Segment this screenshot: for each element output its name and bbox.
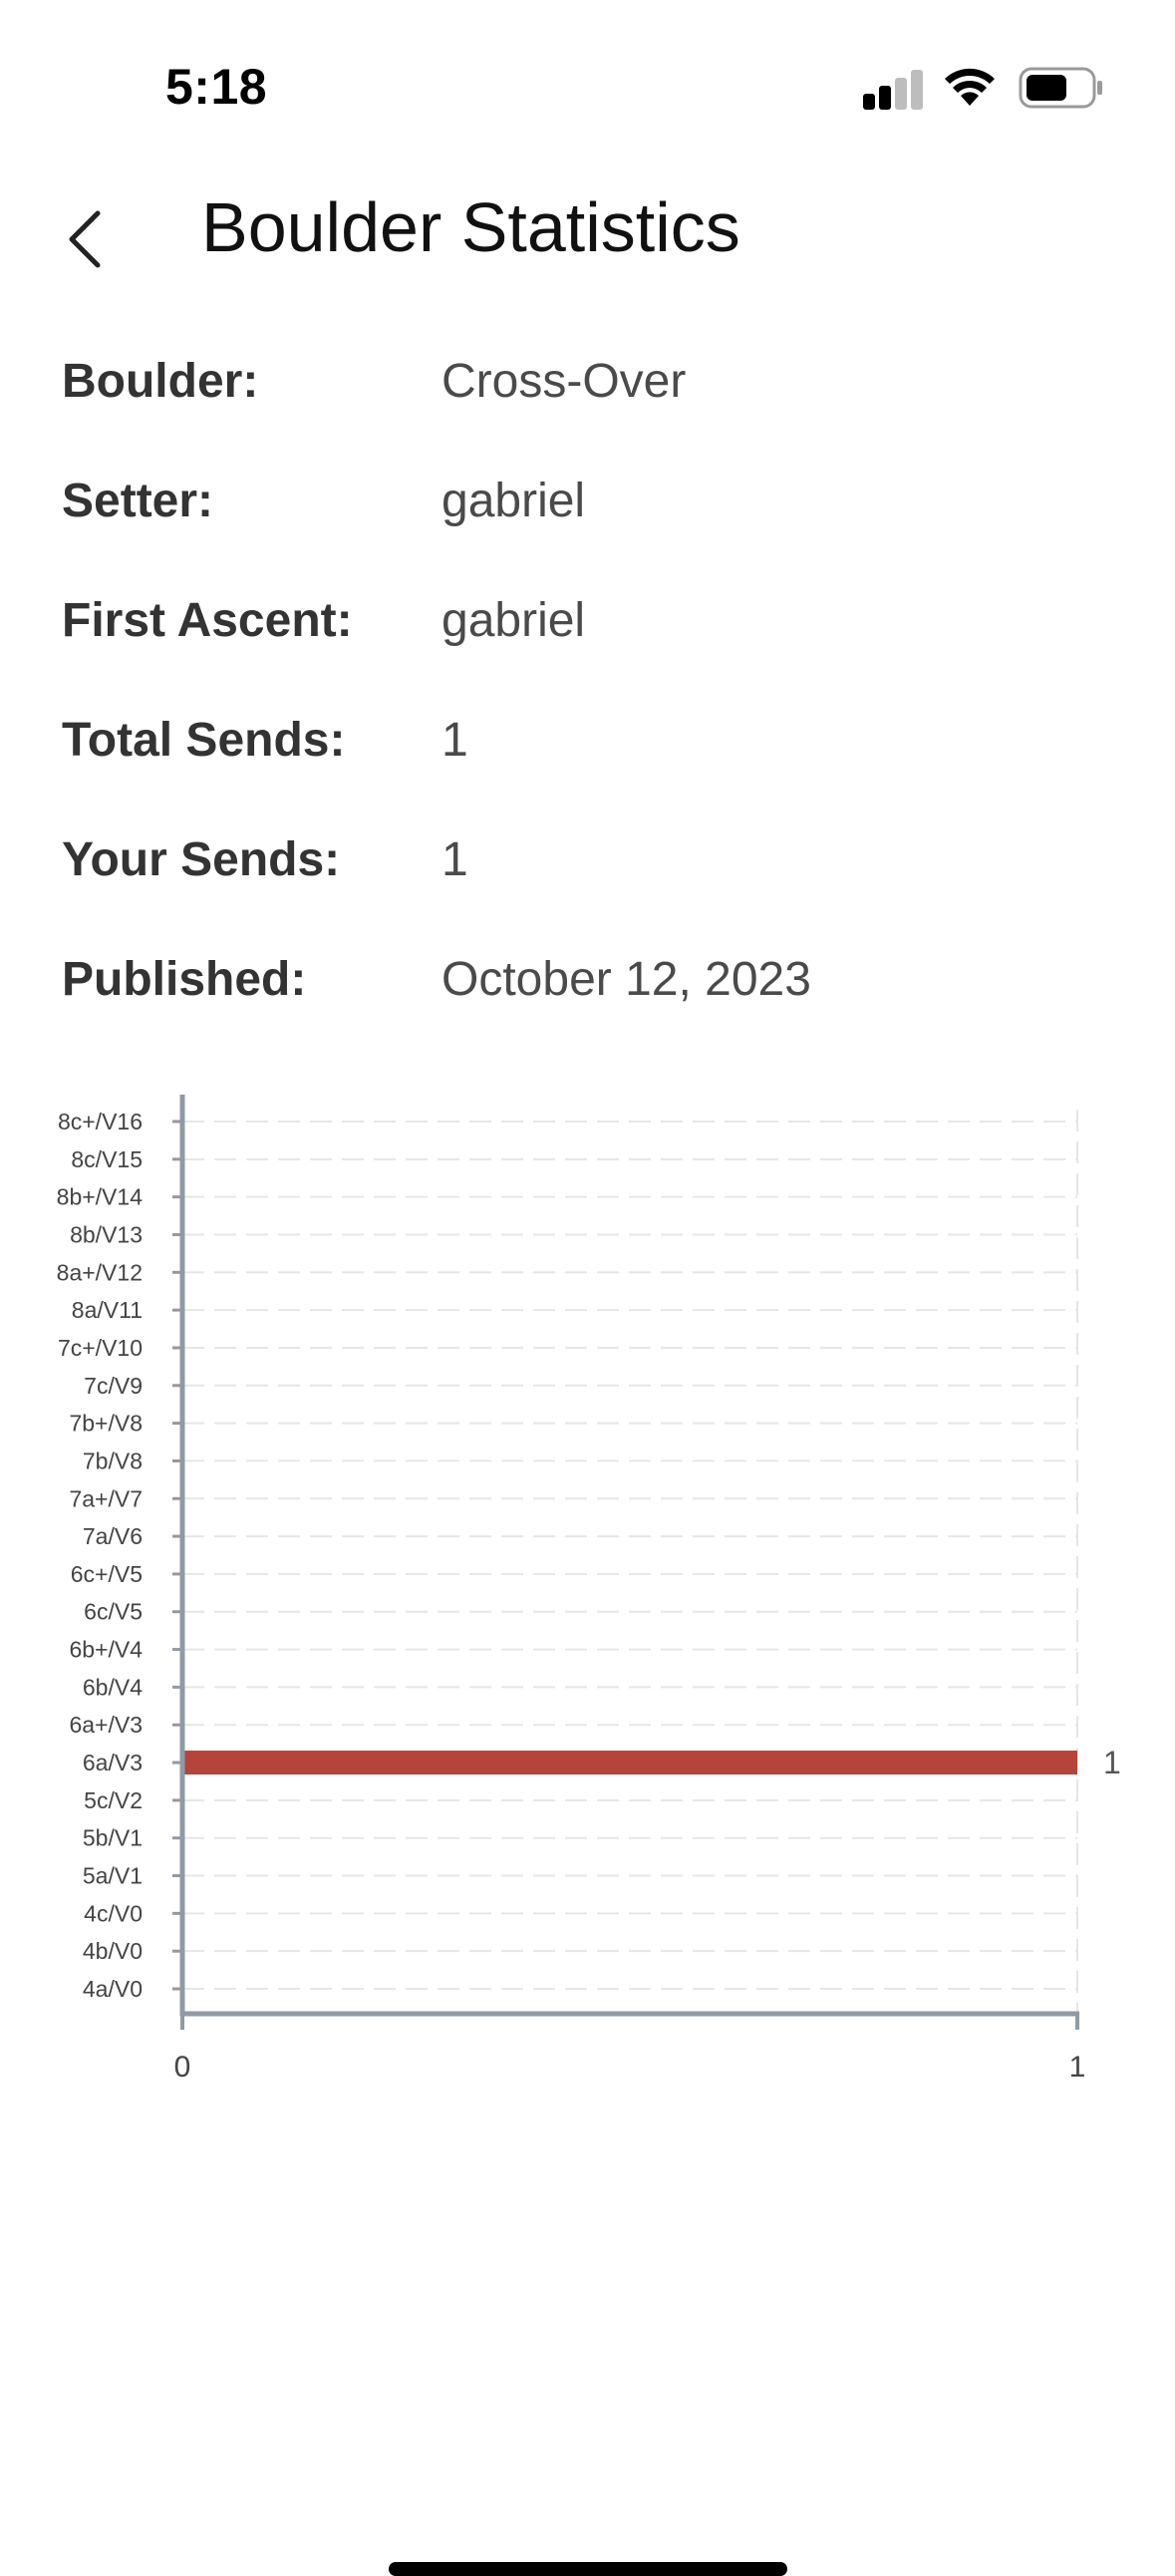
stat-value: Cross-Over [441,355,687,408]
stat-row-first-ascent: First Ascent: gabriel [62,593,1118,713]
y-tick-label: 5b/V1 [83,1825,143,1851]
cellular-signal-icon [863,70,923,110]
status-bar: 5:18 [0,0,1175,150]
wifi-icon [945,68,995,106]
grade-distribution-chart: 4a/V0 4b/V0 4c/V0 5a/V1 5b/V1 5c/V2 6a/V3 6a+/V… [0,1077,1175,2093]
page-title: Boulder Statistics [201,188,740,266]
y-tick-label: 8c/V15 [71,1146,143,1172]
navigation-bar: Boulder Statistics [0,160,1175,309]
stat-label: Setter: [62,475,214,527]
stat-value: 1 [441,714,468,767]
home-indicator [389,2562,787,2576]
stat-row-total-sends: Total Sends: 1 [62,713,1118,832]
bar-data-label: 1 [1103,1745,1121,1780]
chart-svg: 4a/V0 4b/V0 4c/V0 5a/V1 5b/V1 5c/V2 6a/V3 6a+/V… [57,1095,1121,2084]
stat-value: gabriel [441,594,586,647]
y-tick-label: 7b/V8 [83,1448,143,1473]
back-button[interactable] [56,199,116,279]
y-tick-label: 7c+/V10 [58,1335,143,1361]
y-tick-label: 6c/V5 [84,1599,143,1625]
stat-value: October 12, 2023 [441,953,811,1006]
y-tick-label: 5c/V2 [84,1787,143,1813]
y-tick-label: 5a/V1 [83,1863,143,1889]
stat-label: Boulder: [62,355,259,408]
y-tick-label: 6a+/V3 [69,1712,143,1738]
x-tick-label: 1 [1069,2051,1086,2084]
bar-6a/V3 [182,1751,1077,1775]
stat-label: Published: [62,953,307,1006]
y-tick-label: 7c/V9 [84,1373,143,1399]
y-tick-label: 8b/V13 [70,1221,143,1247]
stat-label: Your Sends: [62,833,341,886]
y-tick-label: 6b+/V4 [69,1637,143,1663]
stat-row-setter: Setter: gabriel [62,474,1118,593]
y-tick-label: 4a/V0 [83,1976,143,2002]
y-tick-label: 8b+/V14 [57,1184,144,1210]
y-tick-label: 4b/V0 [83,1938,143,1964]
y-tick-label: 6b/V4 [83,1674,143,1700]
y-tick-label: 8c+/V16 [58,1109,143,1134]
stat-label: First Ascent: [62,594,353,647]
stat-row-your-sends: Your Sends: 1 [62,832,1118,952]
y-tick-label: 7a/V6 [83,1523,143,1549]
y-tick-label: 8a+/V12 [57,1259,143,1285]
x-tick-label: 0 [174,2051,191,2084]
status-time: 5:18 [165,59,268,115]
y-tick-label: 6a/V3 [83,1750,143,1775]
y-tick-label: 7b+/V8 [69,1411,143,1437]
y-tick-label: 7a+/V7 [69,1485,143,1511]
stat-label: Total Sends: [62,714,346,767]
y-tick-label: 4c/V0 [84,1900,143,1926]
y-tick-label: 6c+/V5 [71,1561,143,1587]
boulder-stats-list: Boulder: Cross-Over Setter: gabriel Firs… [62,354,1118,1072]
y-tick-label: 8a/V11 [72,1297,143,1323]
battery-icon [1019,67,1102,109]
stat-value: 1 [441,833,468,886]
stat-row-boulder: Boulder: Cross-Over [62,354,1118,474]
chevron-left-icon [69,210,101,268]
stat-row-published: Published: October 12, 2023 [62,952,1118,1072]
stat-value: gabriel [441,475,586,527]
